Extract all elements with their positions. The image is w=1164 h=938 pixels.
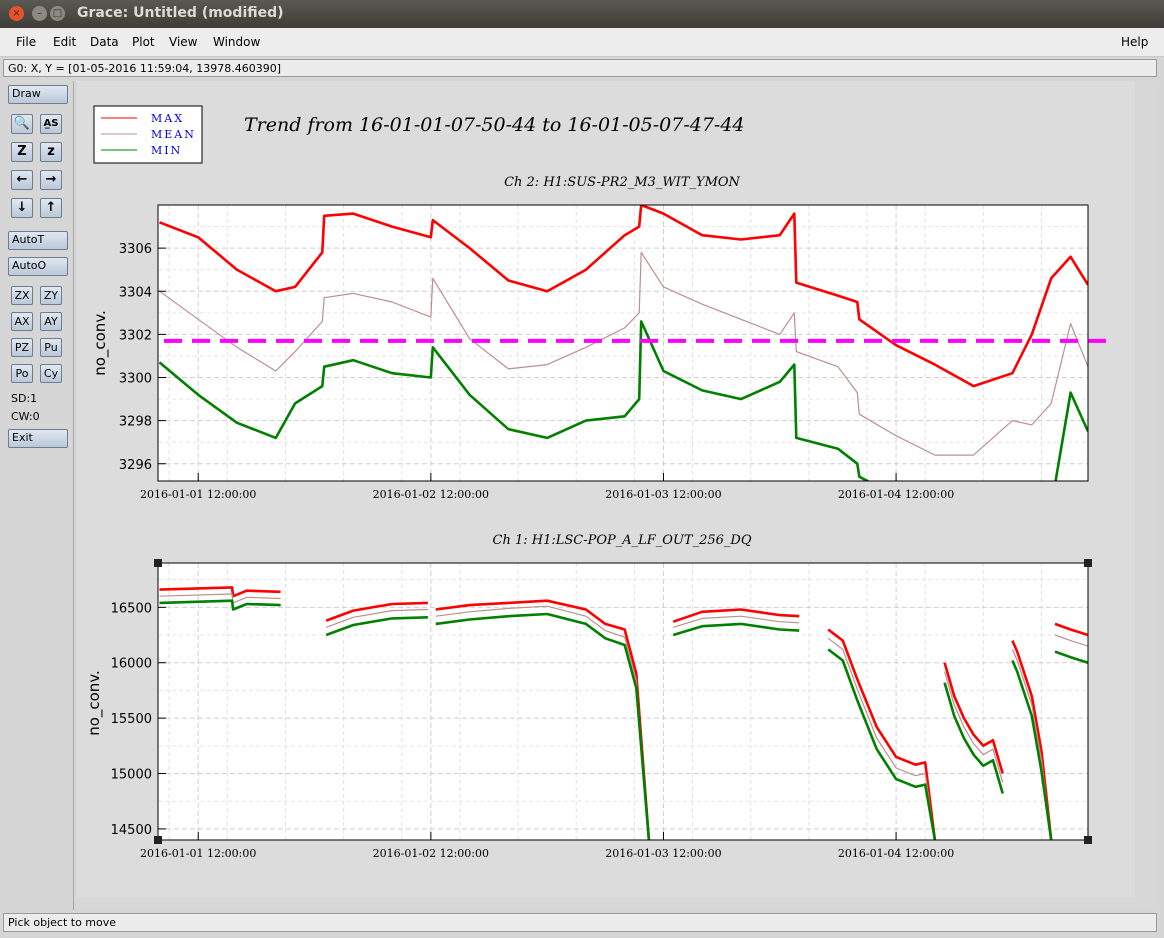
zoom-in-button[interactable]: Z xyxy=(11,142,33,162)
autoo-button[interactable]: AutoO xyxy=(8,257,68,276)
close-icon[interactable]: × xyxy=(9,6,24,21)
chart2-xtick-label: 2016-01-01 12:00:00 xyxy=(140,847,256,860)
legend-label-max: MAX xyxy=(151,112,184,125)
locator-readout: G0: X, Y = [01-05-2016 11:59:04, 13978.4… xyxy=(3,59,1157,77)
menubar: File Edit Data Plot View Window Help xyxy=(0,28,1164,57)
selection-handle[interactable] xyxy=(1084,559,1092,567)
tool-panel: Draw 🔍 A̲S Z z ← → ↓ ↑ AutoT AutoO ZX ZY… xyxy=(3,81,74,910)
chart1-xtick-label: 2016-01-04 12:00:00 xyxy=(838,488,954,501)
zx-button[interactable]: ZX xyxy=(11,286,33,305)
ay-button[interactable]: AY xyxy=(40,312,62,331)
chart2-ytick-label: 15000 xyxy=(111,768,152,783)
legend-label-min: MIN xyxy=(151,144,182,157)
chart1-ytick-label: 3300 xyxy=(119,372,152,387)
draw-button[interactable]: Draw xyxy=(8,85,68,104)
menu-data[interactable]: Data xyxy=(90,35,119,49)
chart1-ytick-label: 3304 xyxy=(119,285,152,300)
menu-edit[interactable]: Edit xyxy=(53,35,76,49)
zy-button[interactable]: ZY xyxy=(40,286,62,305)
chart1-ytick-label: 3302 xyxy=(119,328,152,343)
autoscale-icon[interactable]: A̲S xyxy=(40,114,62,134)
menu-plot[interactable]: Plot xyxy=(132,35,155,49)
chart2-xtick-label: 2016-01-02 12:00:00 xyxy=(373,847,489,860)
chart2-ytick-label: 15500 xyxy=(111,712,152,727)
chart2[interactable]: 14500 15000 15500 16000 16500 2016-01-01 12:0… xyxy=(111,559,1092,860)
autot-button[interactable]: AutoT xyxy=(8,231,68,250)
po-button[interactable]: Po xyxy=(11,364,33,383)
chart2-title: Ch 1: H1:LSC-POP_A_LF_OUT_256_DQ xyxy=(493,533,752,548)
window-title: Grace: Untitled (modified) xyxy=(77,5,284,21)
menu-view[interactable]: View xyxy=(169,35,197,49)
minimize-icon[interactable]: – xyxy=(32,6,47,21)
selection-handle[interactable] xyxy=(154,836,162,844)
chart1-xtick-label: 2016-01-03 12:00:00 xyxy=(605,488,721,501)
window-titlebar: × – □ Grace: Untitled (modified) xyxy=(0,0,1164,28)
chart2-ytick-label: 14500 xyxy=(111,823,152,838)
cw-label: CW:0 xyxy=(11,410,40,423)
chart1-plot-area xyxy=(158,205,1088,481)
chart2-xtick-label: 2016-01-04 12:00:00 xyxy=(838,847,954,860)
chart2-ytick-label: 16500 xyxy=(111,601,152,616)
sd-label: SD:1 xyxy=(11,392,38,405)
chart1-xtick-label: 2016-01-02 12:00:00 xyxy=(373,488,489,501)
ax-button[interactable]: AX xyxy=(11,312,33,331)
chart2-ylabel: no_conv. xyxy=(85,670,104,736)
legend-label-mean: MEAN xyxy=(151,128,196,141)
scroll-down-icon[interactable]: ↓ xyxy=(11,198,33,218)
plot-main-title: Trend from 16-01-01-07-50-44 to 16-01-05… xyxy=(244,114,745,136)
pu-button[interactable]: Pu xyxy=(40,338,62,357)
zoom-out-button[interactable]: z xyxy=(40,142,62,162)
scroll-right-icon[interactable]: → xyxy=(40,170,62,190)
chart2-xtick-label: 2016-01-03 12:00:00 xyxy=(605,847,721,860)
zoom-icon[interactable]: 🔍 xyxy=(11,114,33,134)
selection-handle[interactable] xyxy=(154,559,162,567)
status-bar: Pick object to move xyxy=(3,913,1157,932)
scroll-up-icon[interactable]: ↑ xyxy=(40,198,62,218)
legend[interactable]: MAX MEAN MIN xyxy=(93,105,203,164)
pz-button[interactable]: PZ xyxy=(11,338,33,357)
menu-help[interactable]: Help xyxy=(1121,35,1148,49)
menu-file[interactable]: File xyxy=(16,35,36,49)
plot-sheet[interactable]: MAX MEAN MIN Trend from 16-01-01-07-50-4… xyxy=(77,81,1157,910)
cy-button[interactable]: Cy xyxy=(40,364,62,383)
selection-handle[interactable] xyxy=(1084,836,1092,844)
chart2-ytick-label: 16000 xyxy=(111,657,152,672)
plot-canvas[interactable]: MAX MEAN MIN Trend from 16-01-01-07-50-4… xyxy=(77,81,1157,910)
chart2-plot-area xyxy=(158,563,1088,840)
chart1-title: Ch 2: H1:SUS-PR2_M3_WIT_YMON xyxy=(504,175,740,190)
exit-button[interactable]: Exit xyxy=(8,429,68,448)
chart1[interactable]: 3296 3298 3300 3302 3304 3306 2016-01-01 12:00… xyxy=(119,204,1106,518)
chart1-ylabel: no_conv. xyxy=(91,310,110,376)
scroll-left-icon[interactable]: ← xyxy=(11,170,33,190)
menu-window[interactable]: Window xyxy=(213,35,260,49)
chart1-ytick-label: 3296 xyxy=(119,458,152,473)
chart1-ytick-label: 3306 xyxy=(119,242,152,257)
chart1-xtick-label: 2016-01-01 12:00:00 xyxy=(140,488,256,501)
chart1-ytick-label: 3298 xyxy=(119,415,152,430)
maximize-icon[interactable]: □ xyxy=(50,6,65,21)
